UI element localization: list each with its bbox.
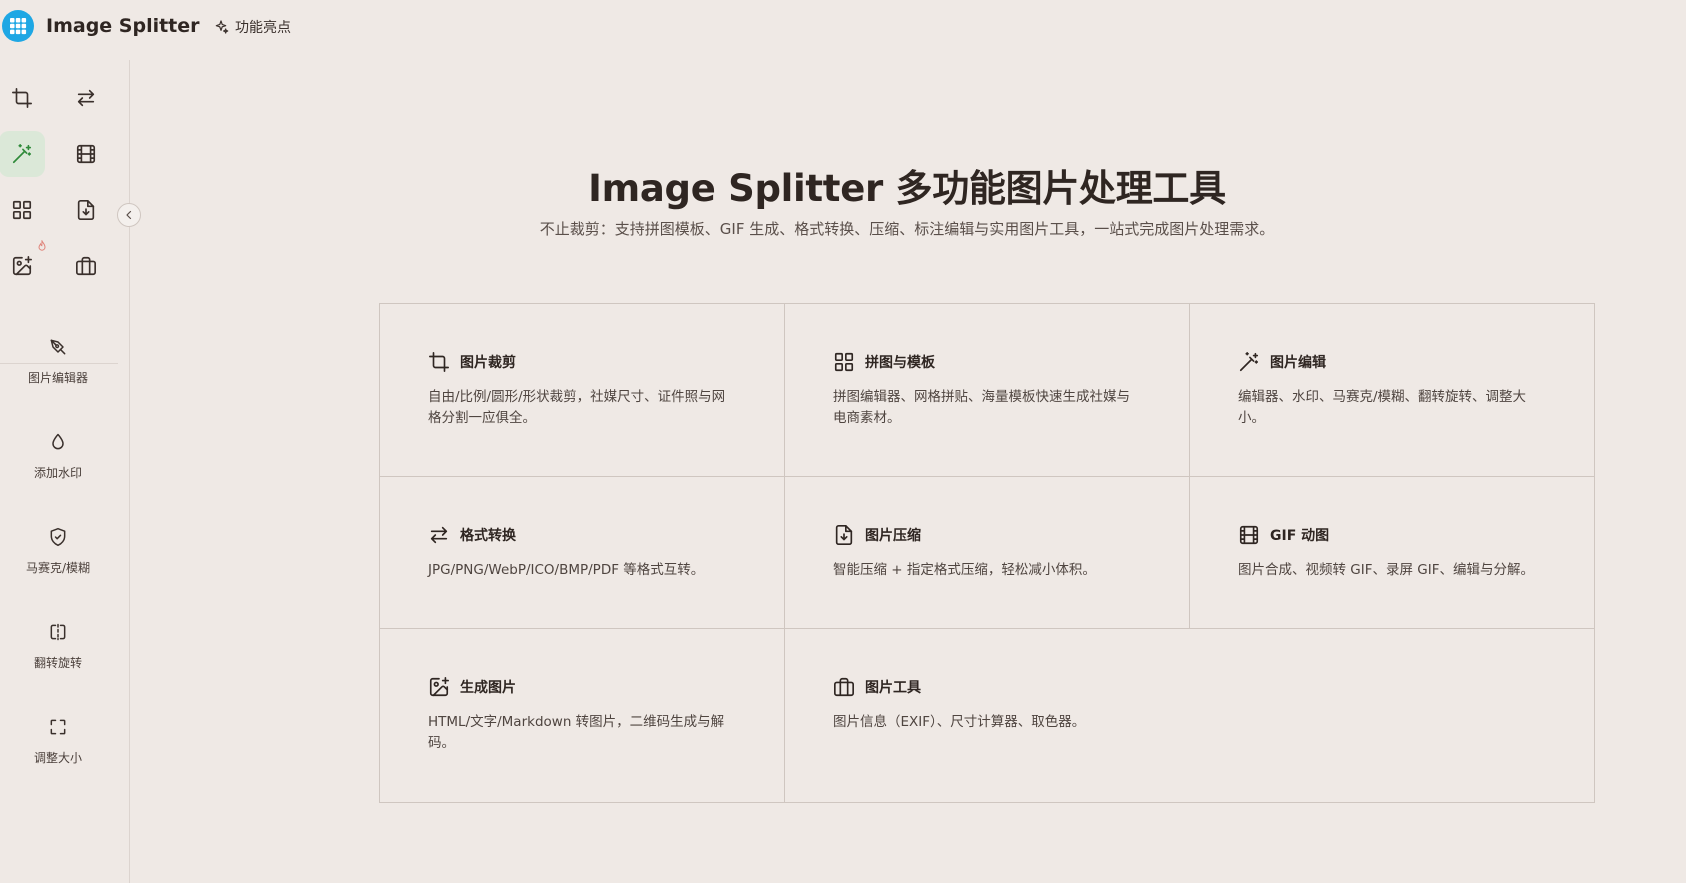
feature-description: 图片合成、视频转 GIF、录屏 GIF、编辑与分解。	[1238, 562, 1534, 578]
crop-icon	[12, 88, 32, 108]
page-title: Image Splitter 多功能图片处理工具	[588, 167, 1226, 210]
hot-flame-icon	[38, 240, 46, 251]
feature-title: 图片工具	[865, 680, 921, 696]
sidebar-convert-button[interactable]	[63, 75, 109, 121]
sidebar-crop-button[interactable]	[0, 75, 45, 121]
image-plus-icon	[12, 256, 32, 276]
feature-card-gif[interactable]: GIF 动图 图片合成、视频转 GIF、录屏 GIF、编辑与分解。	[1190, 477, 1594, 629]
tool-flip-rotate[interactable]: 翻转旋转	[8, 622, 108, 671]
sidebar-collapse-button[interactable]	[117, 203, 141, 227]
file-download-icon	[835, 525, 853, 545]
tool-resize[interactable]: 调整大小	[8, 717, 108, 766]
tool-label: 添加水印	[33, 466, 82, 480]
app-name[interactable]: Image Splitter	[46, 15, 200, 37]
feature-card-tools[interactable]: 图片工具 图片信息（EXIF）、尺寸计算器、取色器。	[785, 629, 1594, 802]
feature-title: 图片压缩	[865, 528, 921, 544]
feature-description: 智能压缩 + 指定格式压缩，轻松减小体积。	[833, 562, 1096, 578]
feature-title: 图片裁剪	[460, 355, 516, 371]
highlights-link[interactable]: 功能亮点	[213, 17, 291, 37]
crop-icon	[429, 352, 449, 372]
tool-label: 调整大小	[33, 751, 82, 765]
feature-title: GIF 动图	[1270, 528, 1330, 544]
tool-image-editor[interactable]: 图片编辑器	[8, 337, 108, 386]
grid-icon	[834, 352, 854, 372]
swap-arrows-icon	[77, 89, 95, 107]
tool-label: 图片编辑器	[27, 371, 88, 385]
top-bar: Image Splitter 功能亮点	[0, 0, 1686, 56]
feature-card-generate[interactable]: 生成图片 HTML/文字/Markdown 转图片，二维码生成与解码。	[380, 629, 785, 802]
film-icon	[1239, 525, 1259, 545]
feature-description: 自由/比例/圆形/形状裁剪，社媒尺寸、证件照与网格分割一应俱全。	[428, 389, 726, 426]
feature-grid: 图片裁剪 自由/比例/圆形/形状裁剪，社媒尺寸、证件照与网格分割一应俱全。 拼图…	[379, 303, 1595, 803]
feature-card-collage[interactable]: 拼图与模板 拼图编辑器、网格拼贴、海量模板快速生成社媒与电商素材。	[785, 304, 1190, 477]
chevron-left-icon	[126, 210, 132, 220]
feature-title: 生成图片	[460, 680, 516, 696]
feature-card-crop[interactable]: 图片裁剪 自由/比例/圆形/形状裁剪，社媒尺寸、证件照与网格分割一应俱全。	[380, 304, 785, 477]
feature-description: 拼图编辑器、网格拼贴、海量模板快速生成社媒与电商素材。	[833, 389, 1130, 426]
feature-description: 编辑器、水印、马赛克/模糊、翻转旋转、调整大小。	[1238, 389, 1527, 426]
briefcase-icon	[834, 677, 854, 697]
droplet-icon	[52, 433, 64, 450]
sidebar-tools-button[interactable]	[63, 243, 109, 289]
flip-icon	[50, 623, 66, 641]
sparkle-icon	[213, 19, 229, 35]
shield-icon	[50, 527, 66, 547]
app-logo-icon[interactable]	[2, 10, 34, 42]
feature-card-compress[interactable]: 图片压缩 智能压缩 + 指定格式压缩，轻松减小体积。	[785, 477, 1190, 629]
highlights-label: 功能亮点	[235, 20, 291, 36]
feature-description: JPG/PNG/WebP/ICO/BMP/PDF 等格式互转。	[428, 562, 705, 578]
resize-icon	[50, 719, 66, 735]
tool-mosaic-blur[interactable]: 马赛克/模糊	[8, 527, 108, 576]
feature-title: 图片编辑	[1270, 355, 1326, 371]
swap-arrows-icon	[430, 526, 448, 544]
tool-label: 翻转旋转	[33, 656, 82, 670]
feature-card-convert[interactable]: 格式转换 JPG/PNG/WebP/ICO/BMP/PDF 等格式互转。	[380, 477, 785, 629]
briefcase-icon	[76, 256, 96, 276]
image-plus-icon	[429, 677, 449, 697]
tool-watermark[interactable]: 添加水印	[8, 432, 108, 481]
page-subtitle: 不止裁剪：支持拼图模板、GIF 生成、格式转换、压缩、标注编辑与实用图片工具，一…	[539, 220, 1275, 238]
feature-description: HTML/文字/Markdown 转图片，二维码生成与解码。	[428, 714, 725, 751]
tool-label: 马赛克/模糊	[25, 561, 91, 575]
feature-title: 拼图与模板	[865, 355, 935, 371]
feature-card-edit[interactable]: 图片编辑 编辑器、水印、马赛克/模糊、翻转旋转、调整大小。	[1190, 304, 1594, 477]
pen-nib-icon	[50, 339, 66, 355]
feature-description: 图片信息（EXIF）、尺寸计算器、取色器。	[833, 714, 1086, 730]
feature-title: 格式转换	[460, 528, 516, 544]
magic-wand-icon	[1239, 352, 1259, 372]
